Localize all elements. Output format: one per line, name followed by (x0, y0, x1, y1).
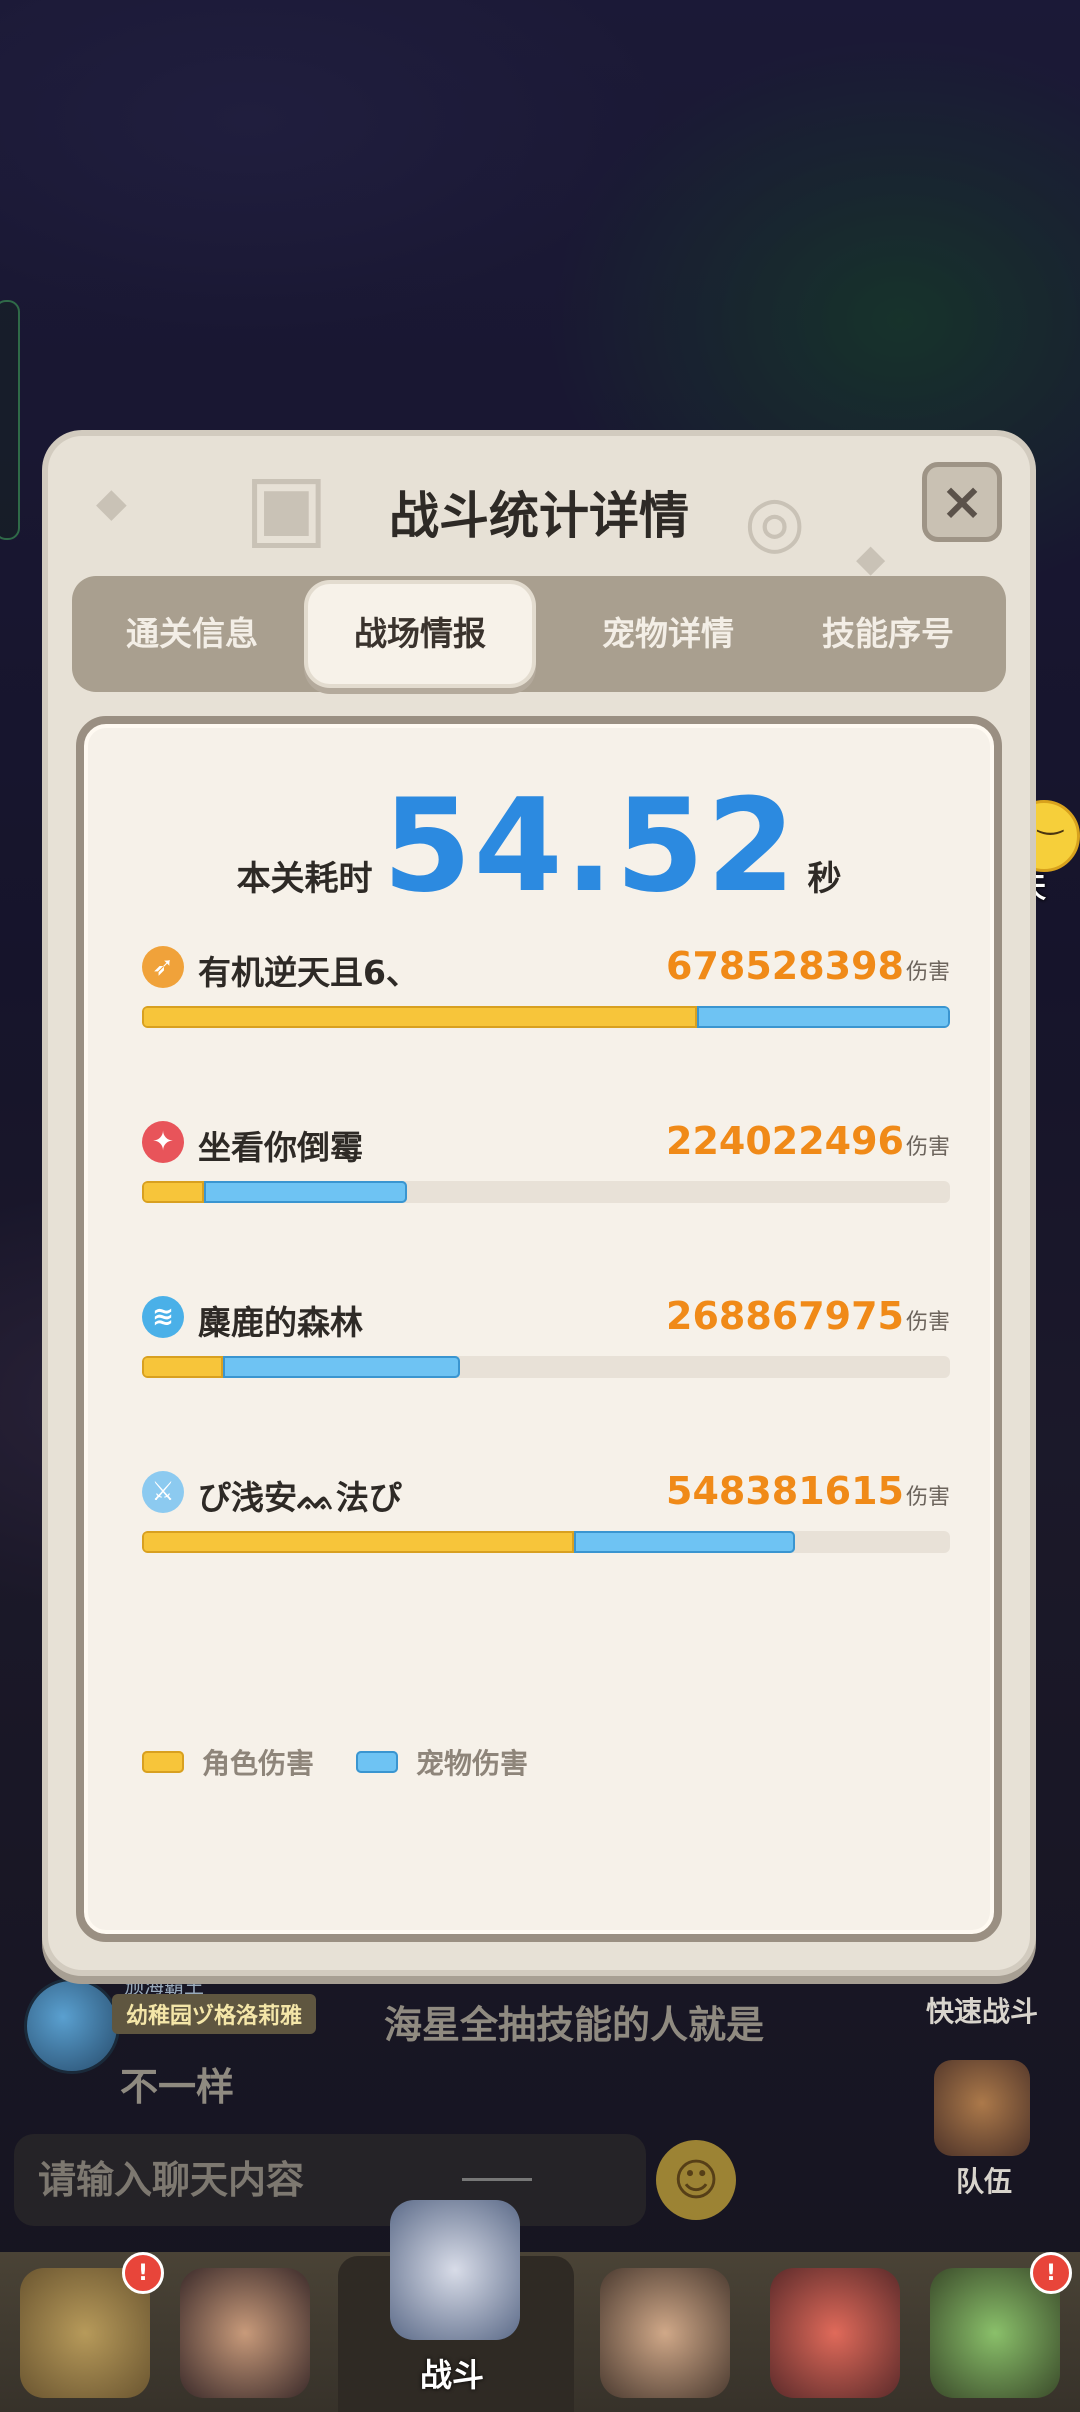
tab-pet-details[interactable]: 宠物详情 (548, 576, 788, 692)
clear-time-value: 54.52 (382, 772, 798, 921)
player-name: 有机逆天且6、 (198, 953, 419, 992)
player-name: 麋鹿的森林 (198, 1303, 363, 1342)
battle-stats-modal: ◆ ▣ ◎ ◆ 战斗统计详情 × 通关信息 战场情报 宠物详情 技能序号 本关耗… (48, 436, 1030, 1970)
tab-clear-info[interactable]: 通关信息 (72, 576, 312, 692)
player-damage-unit: 伤害 (905, 1485, 950, 1510)
nav-hero-icon[interactable] (180, 2268, 310, 2398)
pet-damage-fill (697, 1006, 950, 1028)
player-damage-row: ≋ 麋鹿的森林 268867975伤害 (142, 1294, 950, 1386)
player-damage: 548381615伤害 (666, 1469, 950, 1513)
character-damage-fill (142, 1356, 223, 1378)
wolf-icon: ✦ (142, 1121, 184, 1163)
pet-damage-fill (204, 1181, 407, 1203)
modal-title: 战斗统计详情 (389, 487, 689, 545)
side-panel-tab[interactable] (0, 300, 20, 540)
character-damage-fill (142, 1531, 574, 1553)
chat-message-text-continued: 不一样 (120, 2065, 235, 2109)
damage-bar (142, 1531, 950, 1553)
player-damage-unit: 伤害 (905, 1135, 950, 1160)
player-damage-row: ➶ 有机逆天且6、 678528398伤害 (142, 944, 950, 1036)
tab-bar: 通关信息 战场情报 宠物详情 技能序号 (72, 576, 1006, 692)
chat-input[interactable]: 请输入聊天内容 (14, 2134, 646, 2226)
player-damage-unit: 伤害 (905, 1310, 950, 1335)
nav-pet-icon[interactable] (770, 2268, 900, 2398)
legend-pet-damage: 宠物伤害 (356, 1742, 528, 1782)
damage-bar (142, 1181, 950, 1203)
player-damage-value: 548381615 (666, 1469, 904, 1513)
nav-elder-icon[interactable] (600, 2268, 730, 2398)
player-damage: 268867975伤害 (666, 1294, 950, 1338)
player-name: 坐看你倒霉 (198, 1128, 363, 1167)
team-button-label[interactable]: 队伍 (956, 2160, 1012, 2200)
chat-sender-name[interactable]: 幼稚园ヅ格洛莉雅 (112, 1994, 317, 2034)
damage-bar (142, 1356, 950, 1378)
player-damage: 678528398伤害 (666, 944, 950, 988)
tab-skill-order[interactable]: 技能序号 (768, 576, 1008, 692)
player-damage-row: ⚔ ぴ浅安ᨐ法ぴ 548381615伤害 (142, 1469, 950, 1561)
sword-icon: ⚔ (142, 1471, 184, 1513)
character-damage-fill (142, 1006, 697, 1028)
damage-bar (142, 1006, 950, 1028)
tab-battle-intel[interactable]: 战场情报 (308, 584, 532, 684)
player-name: ぴ浅安ᨐ法ぴ (198, 1478, 402, 1517)
chat-sender-avatar[interactable] (24, 1978, 120, 2074)
nav-notification-badge: ! (122, 2252, 164, 2294)
team-icon[interactable] (934, 2060, 1030, 2156)
quick-battle-button[interactable]: 快速战斗 (926, 1990, 1038, 2030)
battle-intel-panel: 本关耗时54.52 秒 ➶ 有机逆天且6、 678528398伤害 ✦ 坐看你倒霉 2240… (76, 716, 1002, 1942)
input-cursor-line (462, 2178, 532, 2181)
player-damage-value: 678528398 (666, 944, 904, 988)
nav-notification-badge: ! (1030, 2252, 1072, 2294)
pet-damage-fill (223, 1356, 460, 1378)
player-damage-row: ✦ 坐看你倒霉 224022496伤害 (142, 1119, 950, 1211)
legend-swatch-character (142, 1751, 184, 1773)
clear-time-unit: 秒 (807, 859, 842, 899)
chat-message-text: 海星全抽技能的人就是 (384, 2003, 765, 2047)
player-damage-value: 224022496 (666, 1119, 904, 1163)
character-damage-fill (142, 1181, 204, 1203)
battle-helmet-icon[interactable] (390, 2200, 520, 2340)
clear-time: 本关耗时54.52 秒 (84, 772, 994, 921)
player-damage: 224022496伤害 (666, 1119, 950, 1163)
close-icon[interactable]: × (922, 462, 1002, 542)
pet-damage-fill (574, 1531, 795, 1553)
legend-character-damage: 角色伤害 (142, 1742, 314, 1782)
swirl-icon: ≋ (142, 1296, 184, 1338)
emoji-icon[interactable]: ☺ (656, 2140, 736, 2220)
clear-time-label: 本关耗时 (236, 859, 373, 899)
player-damage-unit: 伤害 (905, 960, 950, 985)
nav-battle-label[interactable]: 战斗 (420, 2350, 484, 2396)
legend-swatch-pet (356, 1751, 398, 1773)
bow-icon: ➶ (142, 946, 184, 988)
player-damage-value: 268867975 (666, 1294, 904, 1338)
